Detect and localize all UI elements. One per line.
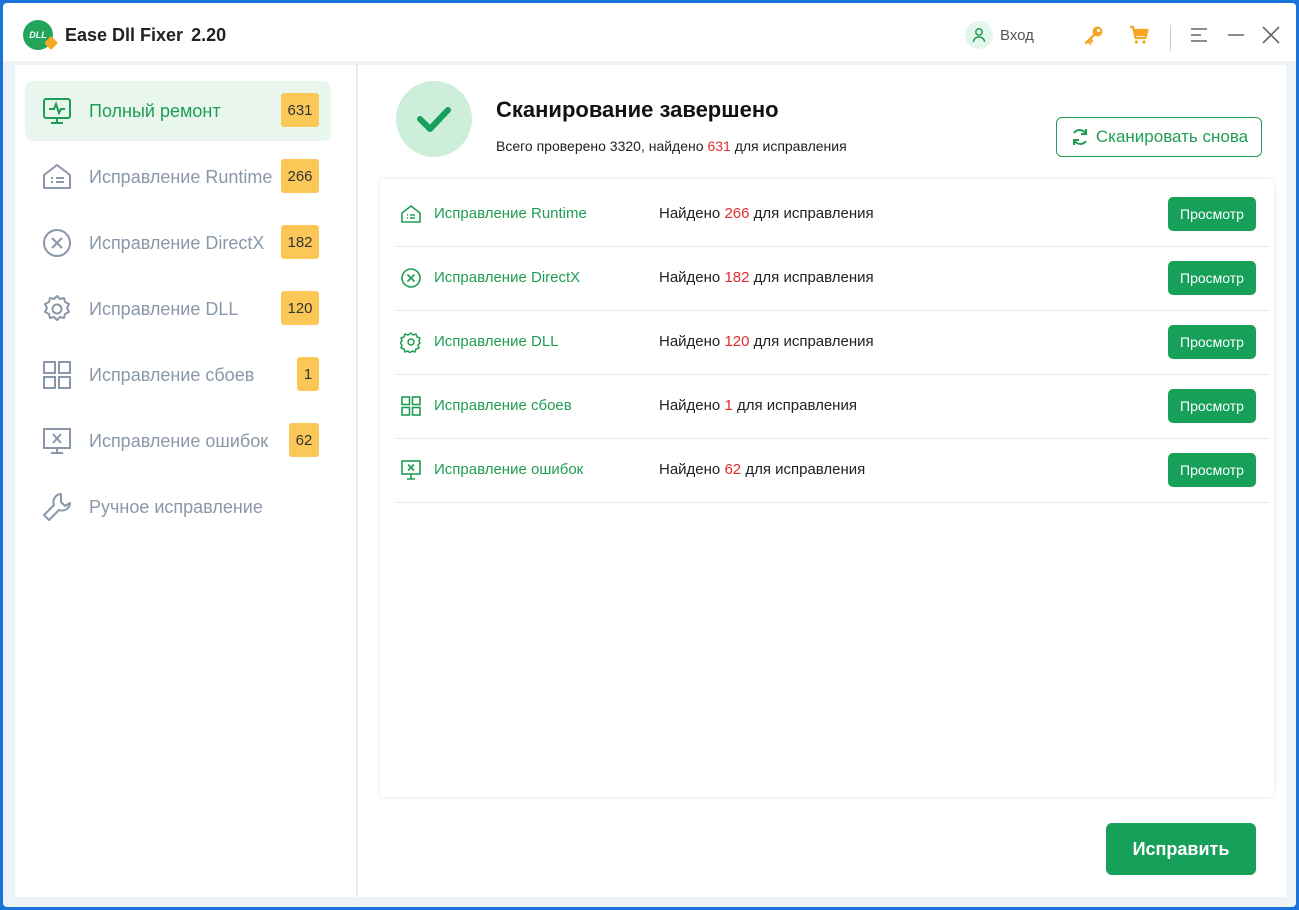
view-button[interactable]: Просмотр [1168, 261, 1256, 295]
fix-button[interactable]: Исправить [1106, 823, 1256, 875]
sidebar-item-label: Исправление сбоев [89, 365, 255, 385]
sidebar-item-runtime[interactable]: Исправление Runtime 266 [25, 147, 331, 207]
runtime-icon [43, 164, 71, 189]
wrench-icon [43, 493, 71, 521]
result-name: Исправление ошибок [434, 461, 584, 478]
count-badge: 120 [281, 291, 319, 325]
found-prefix: Найдено [659, 205, 721, 222]
found-count: 1 [724, 397, 733, 414]
found-suffix: для исправления [753, 333, 874, 350]
sidebar-item-label: Исправление ошибок [89, 431, 269, 451]
close-icon[interactable] [1259, 23, 1283, 47]
cart-icon[interactable] [1127, 23, 1151, 47]
found-count: 182 [724, 269, 750, 286]
result-found: Найдено 1 для исправления [659, 397, 857, 414]
summary-prefix: Всего проверено 3320, найдено [496, 138, 704, 154]
monitor-pulse-icon [43, 98, 71, 124]
result-found: Найдено 120 для исправления [659, 333, 874, 350]
sidebar-item-label: Исправление DLL [89, 299, 239, 319]
found-suffix: для исправления [753, 205, 874, 222]
result-row-dll: Исправление DLL Найдено 120 для исправле… [396, 311, 1270, 375]
checkmark-icon [396, 81, 472, 157]
monitor-x-icon [43, 428, 71, 454]
found-count: 266 [724, 205, 750, 222]
sidebar-item-label: Исправление Runtime [89, 167, 273, 187]
gear-icon [44, 295, 70, 321]
app-name: Ease Dll Fixer [65, 25, 184, 45]
summary-suffix: для исправления [734, 138, 847, 154]
found-prefix: Найдено [659, 461, 721, 478]
rescan-button[interactable]: Сканировать снова [1056, 117, 1262, 157]
count-badge: 631 [281, 93, 319, 127]
circle-x-icon [401, 268, 421, 288]
count-badge: 182 [281, 225, 319, 259]
result-row-crashes: Исправление сбоев Найдено 1 для исправле… [396, 375, 1270, 439]
app-logo-text: DLL [29, 30, 47, 40]
grid-icon [401, 396, 421, 416]
titlebar-divider [1170, 25, 1171, 51]
result-found: Найдено 266 для исправления [659, 205, 874, 222]
found-suffix: для исправления [753, 269, 874, 286]
results-list: Исправление Runtime Найдено 266 для испр… [380, 179, 1274, 797]
menu-icon[interactable] [1187, 23, 1211, 47]
result-name: Исправление Runtime [434, 205, 587, 222]
summary-count: 631 [707, 138, 731, 154]
scan-summary: Всего проверено 3320, найдено 631 для ис… [496, 138, 847, 154]
count-badge: 62 [289, 423, 319, 457]
main-panel: Сканирование завершено Всего проверено 3… [358, 65, 1286, 897]
view-button[interactable]: Просмотр [1168, 453, 1256, 487]
sidebar-item-manual[interactable]: Ручное исправление [25, 477, 331, 537]
sidebar-item-dll[interactable]: Исправление DLL 120 [25, 279, 331, 339]
minimize-icon[interactable] [1224, 23, 1248, 47]
app-logo: DLL [23, 20, 59, 51]
found-count: 120 [724, 333, 750, 350]
refresh-icon [1072, 129, 1087, 145]
sidebar-item-crashes[interactable]: Исправление сбоев 1 [25, 345, 331, 405]
key-icon[interactable] [1082, 23, 1106, 47]
result-found: Найдено 182 для исправления [659, 269, 874, 286]
sidebar-item-errors[interactable]: Исправление ошибок 62 [25, 411, 331, 471]
sidebar-item-label: Ручное исправление [89, 497, 263, 517]
title-bar: DLL Ease Dll Fixer 2.20 Вход [3, 3, 1296, 61]
view-button[interactable]: Просмотр [1168, 325, 1256, 359]
sidebar: Полный ремонт 631 Исправление Runtime 26… [15, 65, 357, 897]
app-window: DLL Ease Dll Fixer 2.20 Вход Полный ремо… [3, 3, 1296, 907]
scan-title: Сканирование завершено [496, 97, 779, 122]
result-row-errors: Исправление ошибок Найдено 62 для исправ… [396, 439, 1270, 503]
view-button[interactable]: Просмотр [1168, 389, 1256, 423]
login-button[interactable]: Вход [965, 21, 1034, 49]
grid-icon [43, 361, 71, 389]
user-icon [965, 21, 993, 49]
monitor-x-icon [401, 460, 421, 480]
found-prefix: Найдено [659, 333, 721, 350]
login-label: Вход [1000, 26, 1034, 44]
found-count: 62 [724, 461, 742, 478]
found-prefix: Найдено [659, 397, 721, 414]
result-found: Найдено 62 для исправления [659, 461, 865, 478]
sidebar-item-label: Полный ремонт [89, 101, 221, 121]
result-row-runtime: Исправление Runtime Найдено 266 для испр… [396, 183, 1270, 247]
count-badge: 1 [297, 357, 319, 391]
count-badge: 266 [281, 159, 319, 193]
app-title: Ease Dll Fixer 2.20 [65, 25, 226, 46]
gear-icon [400, 332, 421, 353]
result-name: Исправление DirectX [434, 269, 581, 286]
result-row-directx: Исправление DirectX Найдено 182 для испр… [396, 247, 1270, 311]
result-name: Исправление сбоев [434, 397, 572, 414]
circle-x-icon [43, 229, 71, 257]
app-version: 2.20 [191, 25, 227, 45]
found-suffix: для исправления [745, 461, 866, 478]
sidebar-item-full-repair[interactable]: Полный ремонт 631 [25, 81, 331, 141]
sidebar-item-label: Исправление DirectX [89, 233, 265, 253]
result-name: Исправление DLL [434, 333, 559, 350]
sidebar-item-directx[interactable]: Исправление DirectX 182 [25, 213, 331, 273]
runtime-icon [401, 205, 421, 223]
rescan-label: Сканировать снова [1095, 127, 1249, 146]
view-button[interactable]: Просмотр [1168, 197, 1256, 231]
found-suffix: для исправления [736, 397, 857, 414]
found-prefix: Найдено [659, 269, 721, 286]
